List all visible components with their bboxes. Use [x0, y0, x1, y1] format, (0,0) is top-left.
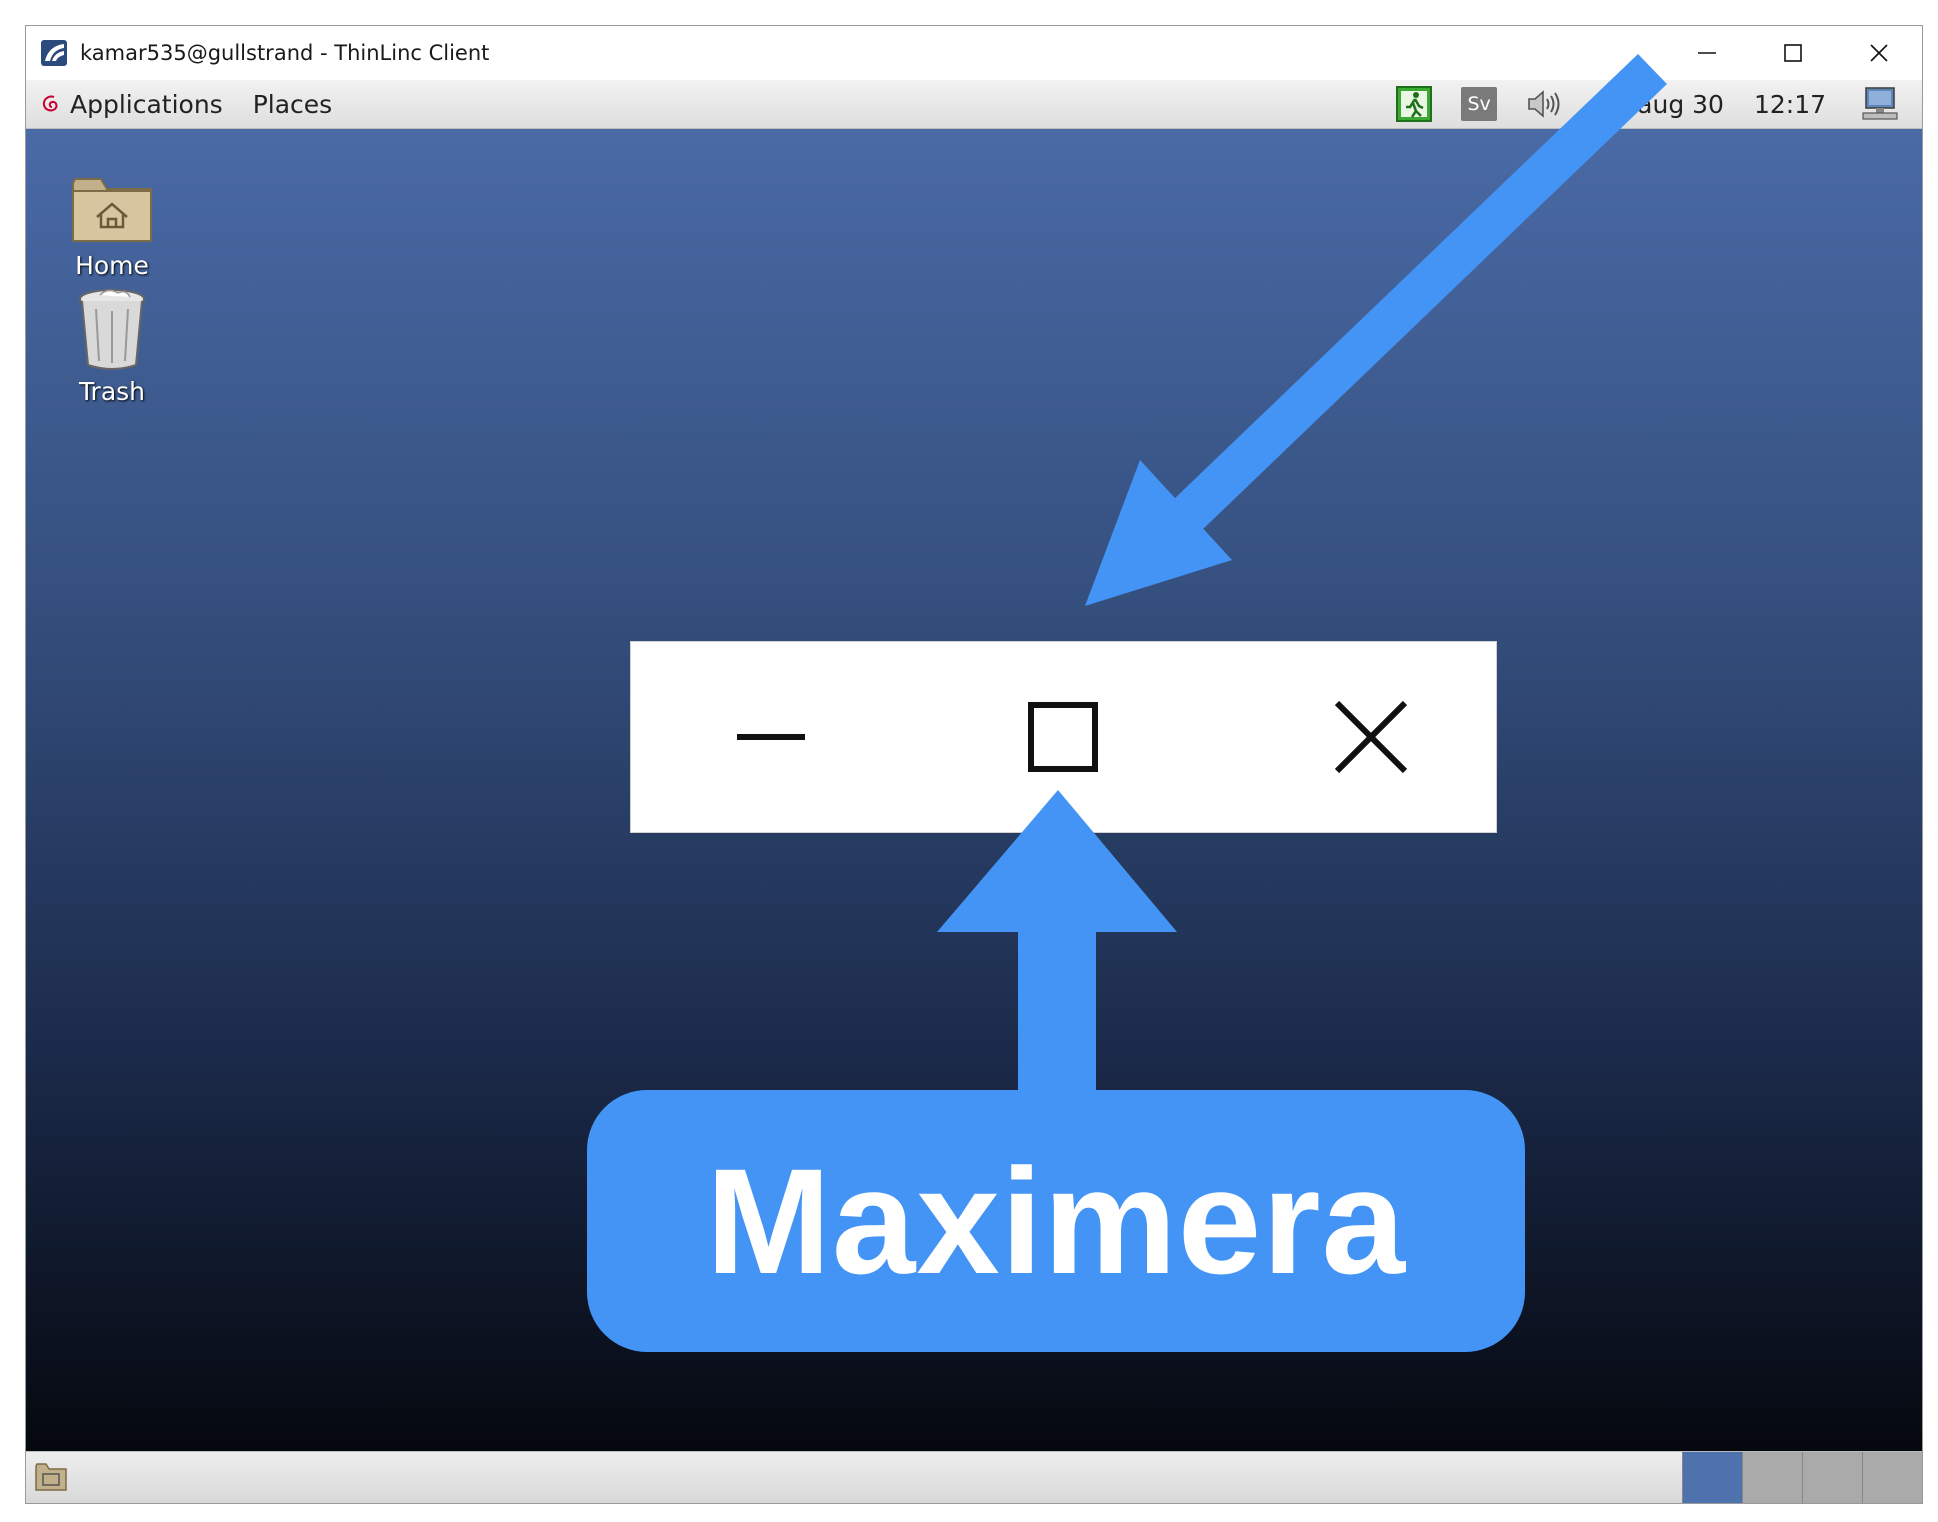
applications-menu[interactable]: Applications — [26, 90, 223, 119]
title-bar[interactable]: kamar535@gullstrand - ThinLinc Client — [26, 26, 1922, 80]
network-button[interactable] — [1860, 86, 1900, 122]
workspace-2[interactable] — [1742, 1452, 1802, 1503]
time-label: 12:17 — [1753, 89, 1826, 119]
close-icon — [1334, 700, 1408, 774]
zoomed-minimize-button — [671, 642, 871, 832]
workspace-3[interactable] — [1802, 1452, 1862, 1503]
system-tray: Sv aug 30 12:17 — [1381, 80, 1922, 128]
trash-label: Trash — [78, 377, 146, 406]
desktop-icon-home[interactable]: Home — [52, 173, 172, 280]
zoomed-maximize-button — [963, 642, 1163, 832]
network-computer-icon — [1862, 87, 1898, 120]
minimize-button[interactable] — [1664, 26, 1750, 80]
close-icon — [1870, 44, 1888, 62]
desktop-icon-trash[interactable]: Trash — [52, 285, 172, 406]
top-panel: Applications Places Sv aug 30 12:17 — [26, 80, 1922, 129]
show-desktop-button[interactable] — [34, 1460, 68, 1494]
callout-text: Maximera — [705, 1136, 1407, 1305]
exit-icon — [1396, 86, 1433, 122]
debian-logo-icon — [42, 95, 58, 112]
home-folder-icon — [72, 178, 152, 242]
window-title: kamar535@gullstrand - ThinLinc Client — [80, 41, 490, 65]
zoomed-window-controls — [631, 642, 1496, 832]
date-label: aug 30 — [1637, 89, 1724, 119]
minimize-icon — [1698, 52, 1716, 54]
logout-button[interactable] — [1395, 85, 1433, 123]
workspace-4[interactable] — [1862, 1452, 1922, 1503]
home-label: Home — [75, 251, 149, 280]
volume-button[interactable] — [1525, 87, 1565, 121]
zoomed-close-button — [1271, 642, 1471, 832]
applications-label: Applications — [70, 89, 223, 119]
keyboard-layout-label: Sv — [1467, 93, 1491, 115]
clock-time[interactable]: 12:17 — [1754, 90, 1826, 119]
volume-icon — [1528, 90, 1560, 118]
show-desktop-icon — [35, 1463, 67, 1491]
maximize-callout: Maximera — [587, 1090, 1525, 1352]
clock-date[interactable]: aug 30 — [1637, 90, 1724, 119]
minimize-icon — [737, 734, 805, 740]
maximize-button[interactable] — [1750, 26, 1836, 80]
maximize-icon — [1784, 44, 1802, 62]
keyboard-layout-indicator[interactable]: Sv — [1461, 87, 1498, 121]
workspace-1[interactable] — [1682, 1452, 1742, 1503]
thinlinc-icon — [41, 40, 67, 66]
places-menu[interactable]: Places — [253, 90, 333, 119]
bottom-panel — [26, 1451, 1922, 1503]
trash-icon — [79, 289, 145, 370]
maximize-icon — [1028, 702, 1098, 772]
close-button[interactable] — [1836, 26, 1922, 80]
places-label: Places — [252, 89, 333, 119]
